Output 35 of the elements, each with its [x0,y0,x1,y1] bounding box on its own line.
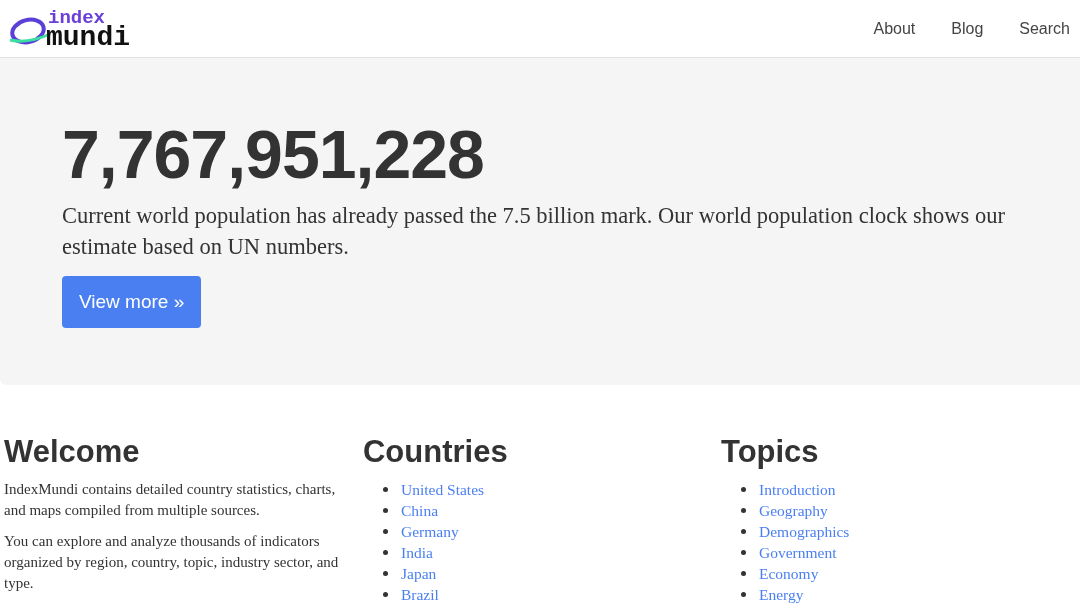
bullet-icon [383,487,388,492]
topic-link[interactable]: Introduction [759,480,836,499]
country-link[interactable]: Japan [401,564,437,583]
nav-link[interactable]: About [873,19,916,38]
section-heading: Countries [363,433,509,471]
bullet-icon [383,550,388,555]
topic-link[interactable]: Geography [759,501,828,520]
topic-link[interactable]: Government [759,543,837,562]
section-heading: Welcome [4,433,141,471]
bullet-icon [741,592,746,597]
section-heading: Topics [721,433,820,471]
country-link[interactable]: Germany [401,522,459,541]
country-link[interactable]: China [401,501,438,520]
bullet-icon [383,508,388,513]
topic-link[interactable]: Energy [759,585,804,604]
bullet-icon [741,550,746,555]
country-link[interactable]: Brazil [401,585,439,604]
bullet-icon [741,487,746,492]
bullet-icon [741,529,746,534]
welcome-paragraph: You can explore and analyze thousands of indicators organized by region, country, topic, industry sector, and type. [4,532,340,593]
nav-link[interactable]: Blog [951,19,984,38]
hero-description: Current world population has already passed the 7.5 billion mark. Our world population clock shows our estimate based on UN numbers. [62,202,1006,261]
welcome-paragraph: IndexMundi contains detailed country statistics, charts, and maps compiled from multiple sources. [4,480,337,520]
country-link[interactable]: United States [401,480,485,499]
bullet-icon [383,592,388,597]
population-count: 7,767,951,228 [62,115,485,194]
topic-link[interactable]: Demographics [759,522,850,541]
bullet-icon [741,571,746,576]
topic-link[interactable]: Economy [759,564,819,583]
bullet-icon [383,571,388,576]
country-link[interactable]: India [401,543,433,562]
bullet-icon [383,529,388,534]
view-more-button[interactable]: View more » [62,276,202,328]
bullet-icon [741,508,746,513]
nav-link[interactable]: Search [1019,19,1070,38]
